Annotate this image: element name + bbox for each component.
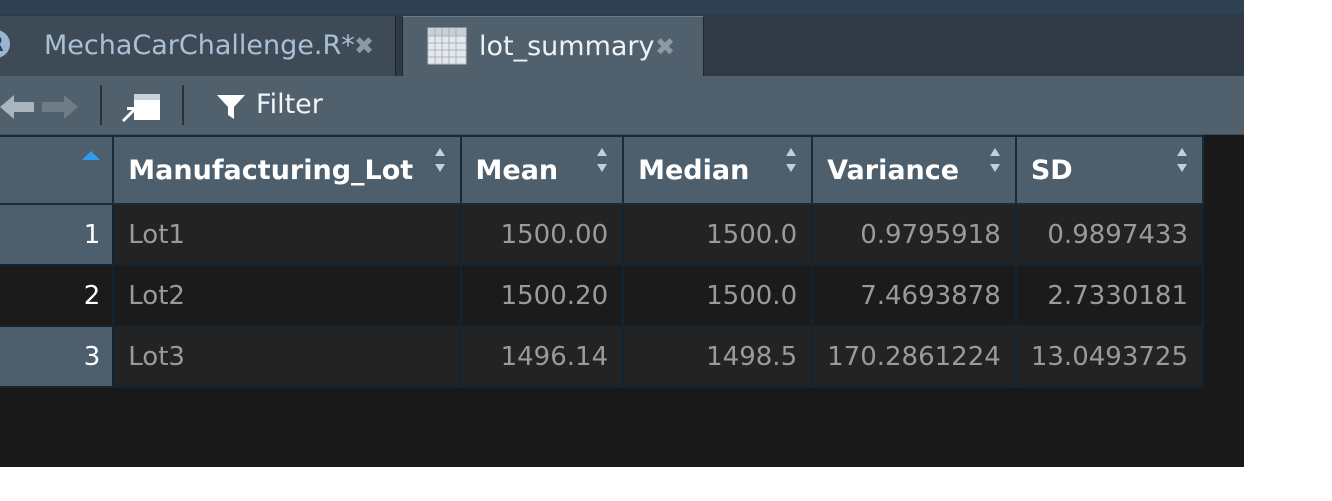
popout-window-icon[interactable]: [120, 90, 162, 122]
column-header-mean[interactable]: Mean: [459, 135, 625, 205]
tab-mechacarchallenge[interactable]: R MechaCarChallenge.R* ✖: [0, 16, 396, 76]
close-icon[interactable]: ✖: [354, 30, 374, 62]
cell-variance: 0.9795918: [811, 203, 1017, 266]
toolbar-separator: [182, 85, 184, 125]
cell-sd: 13.0493725: [1014, 325, 1205, 388]
cell-manufacturing-lot: Lot2: [112, 264, 462, 327]
row-index: 1: [0, 203, 115, 266]
back-arrow-icon[interactable]: [0, 94, 36, 120]
filter-button-label[interactable]: Filter: [256, 88, 323, 122]
forward-arrow-icon[interactable]: [40, 94, 80, 120]
close-icon[interactable]: ✖: [655, 31, 675, 63]
table-row[interactable]: 2 Lot2 1500.20 1500.0 7.4693878 2.733018…: [0, 264, 1205, 327]
tab-label: MechaCarChallenge.R*: [44, 30, 355, 61]
cell-sd: 0.9897433: [1014, 203, 1205, 266]
column-header-variance[interactable]: Variance: [811, 135, 1017, 205]
tab-lot-summary[interactable]: lot_summary ✖: [402, 16, 704, 76]
data-table: Manufacturing_Lot Mean Median Variance S…: [0, 135, 1205, 388]
cell-median: 1500.0: [622, 264, 814, 327]
sort-icon: [597, 148, 608, 172]
data-viewer-window: R MechaCarChallenge.R* ✖ lot_summary ✖: [0, 0, 1244, 467]
sort-icon: [786, 148, 797, 172]
column-header-median[interactable]: Median: [622, 135, 814, 205]
table-row[interactable]: 1 Lot1 1500.00 1500.0 0.9795918 0.989743…: [0, 203, 1205, 266]
sort-icon: [434, 148, 445, 172]
r-file-icon: R: [0, 30, 10, 58]
cell-median: 1500.0: [622, 203, 814, 266]
cell-mean: 1500.00: [459, 203, 625, 266]
row-index: 3: [0, 325, 115, 388]
cell-manufacturing-lot: Lot3: [112, 325, 462, 388]
cell-manufacturing-lot: Lot1: [112, 203, 462, 266]
grid-icon: [427, 27, 467, 65]
cell-mean: 1496.14: [459, 325, 625, 388]
cell-mean: 1500.20: [459, 264, 625, 327]
cell-median: 1498.5: [622, 325, 814, 388]
toolbar-separator: [100, 85, 102, 125]
title-strip: [0, 0, 1244, 14]
header-row: Manufacturing_Lot Mean Median Variance S…: [0, 135, 1205, 205]
row-index: 2: [0, 264, 115, 327]
sort-icon: [989, 148, 1000, 172]
column-header-manufacturing-lot[interactable]: Manufacturing_Lot: [112, 135, 462, 205]
filter-icon[interactable]: [216, 94, 246, 120]
tab-label: lot_summary: [479, 31, 655, 62]
cell-sd: 2.7330181: [1014, 264, 1205, 327]
sort-icon: [1177, 148, 1187, 172]
tab-bar: R MechaCarChallenge.R* ✖ lot_summary ✖: [0, 14, 1244, 76]
viewer-toolbar: Filter: [0, 76, 1244, 135]
column-header-sd[interactable]: SD: [1014, 135, 1205, 205]
cell-variance: 7.4693878: [811, 264, 1017, 327]
sort-ascending-icon: [82, 151, 101, 160]
cell-variance: 170.2861224: [811, 325, 1017, 388]
row-index-header[interactable]: [0, 135, 115, 205]
table-row[interactable]: 3 Lot3 1496.14 1498.5 170.2861224 13.049…: [0, 325, 1205, 388]
